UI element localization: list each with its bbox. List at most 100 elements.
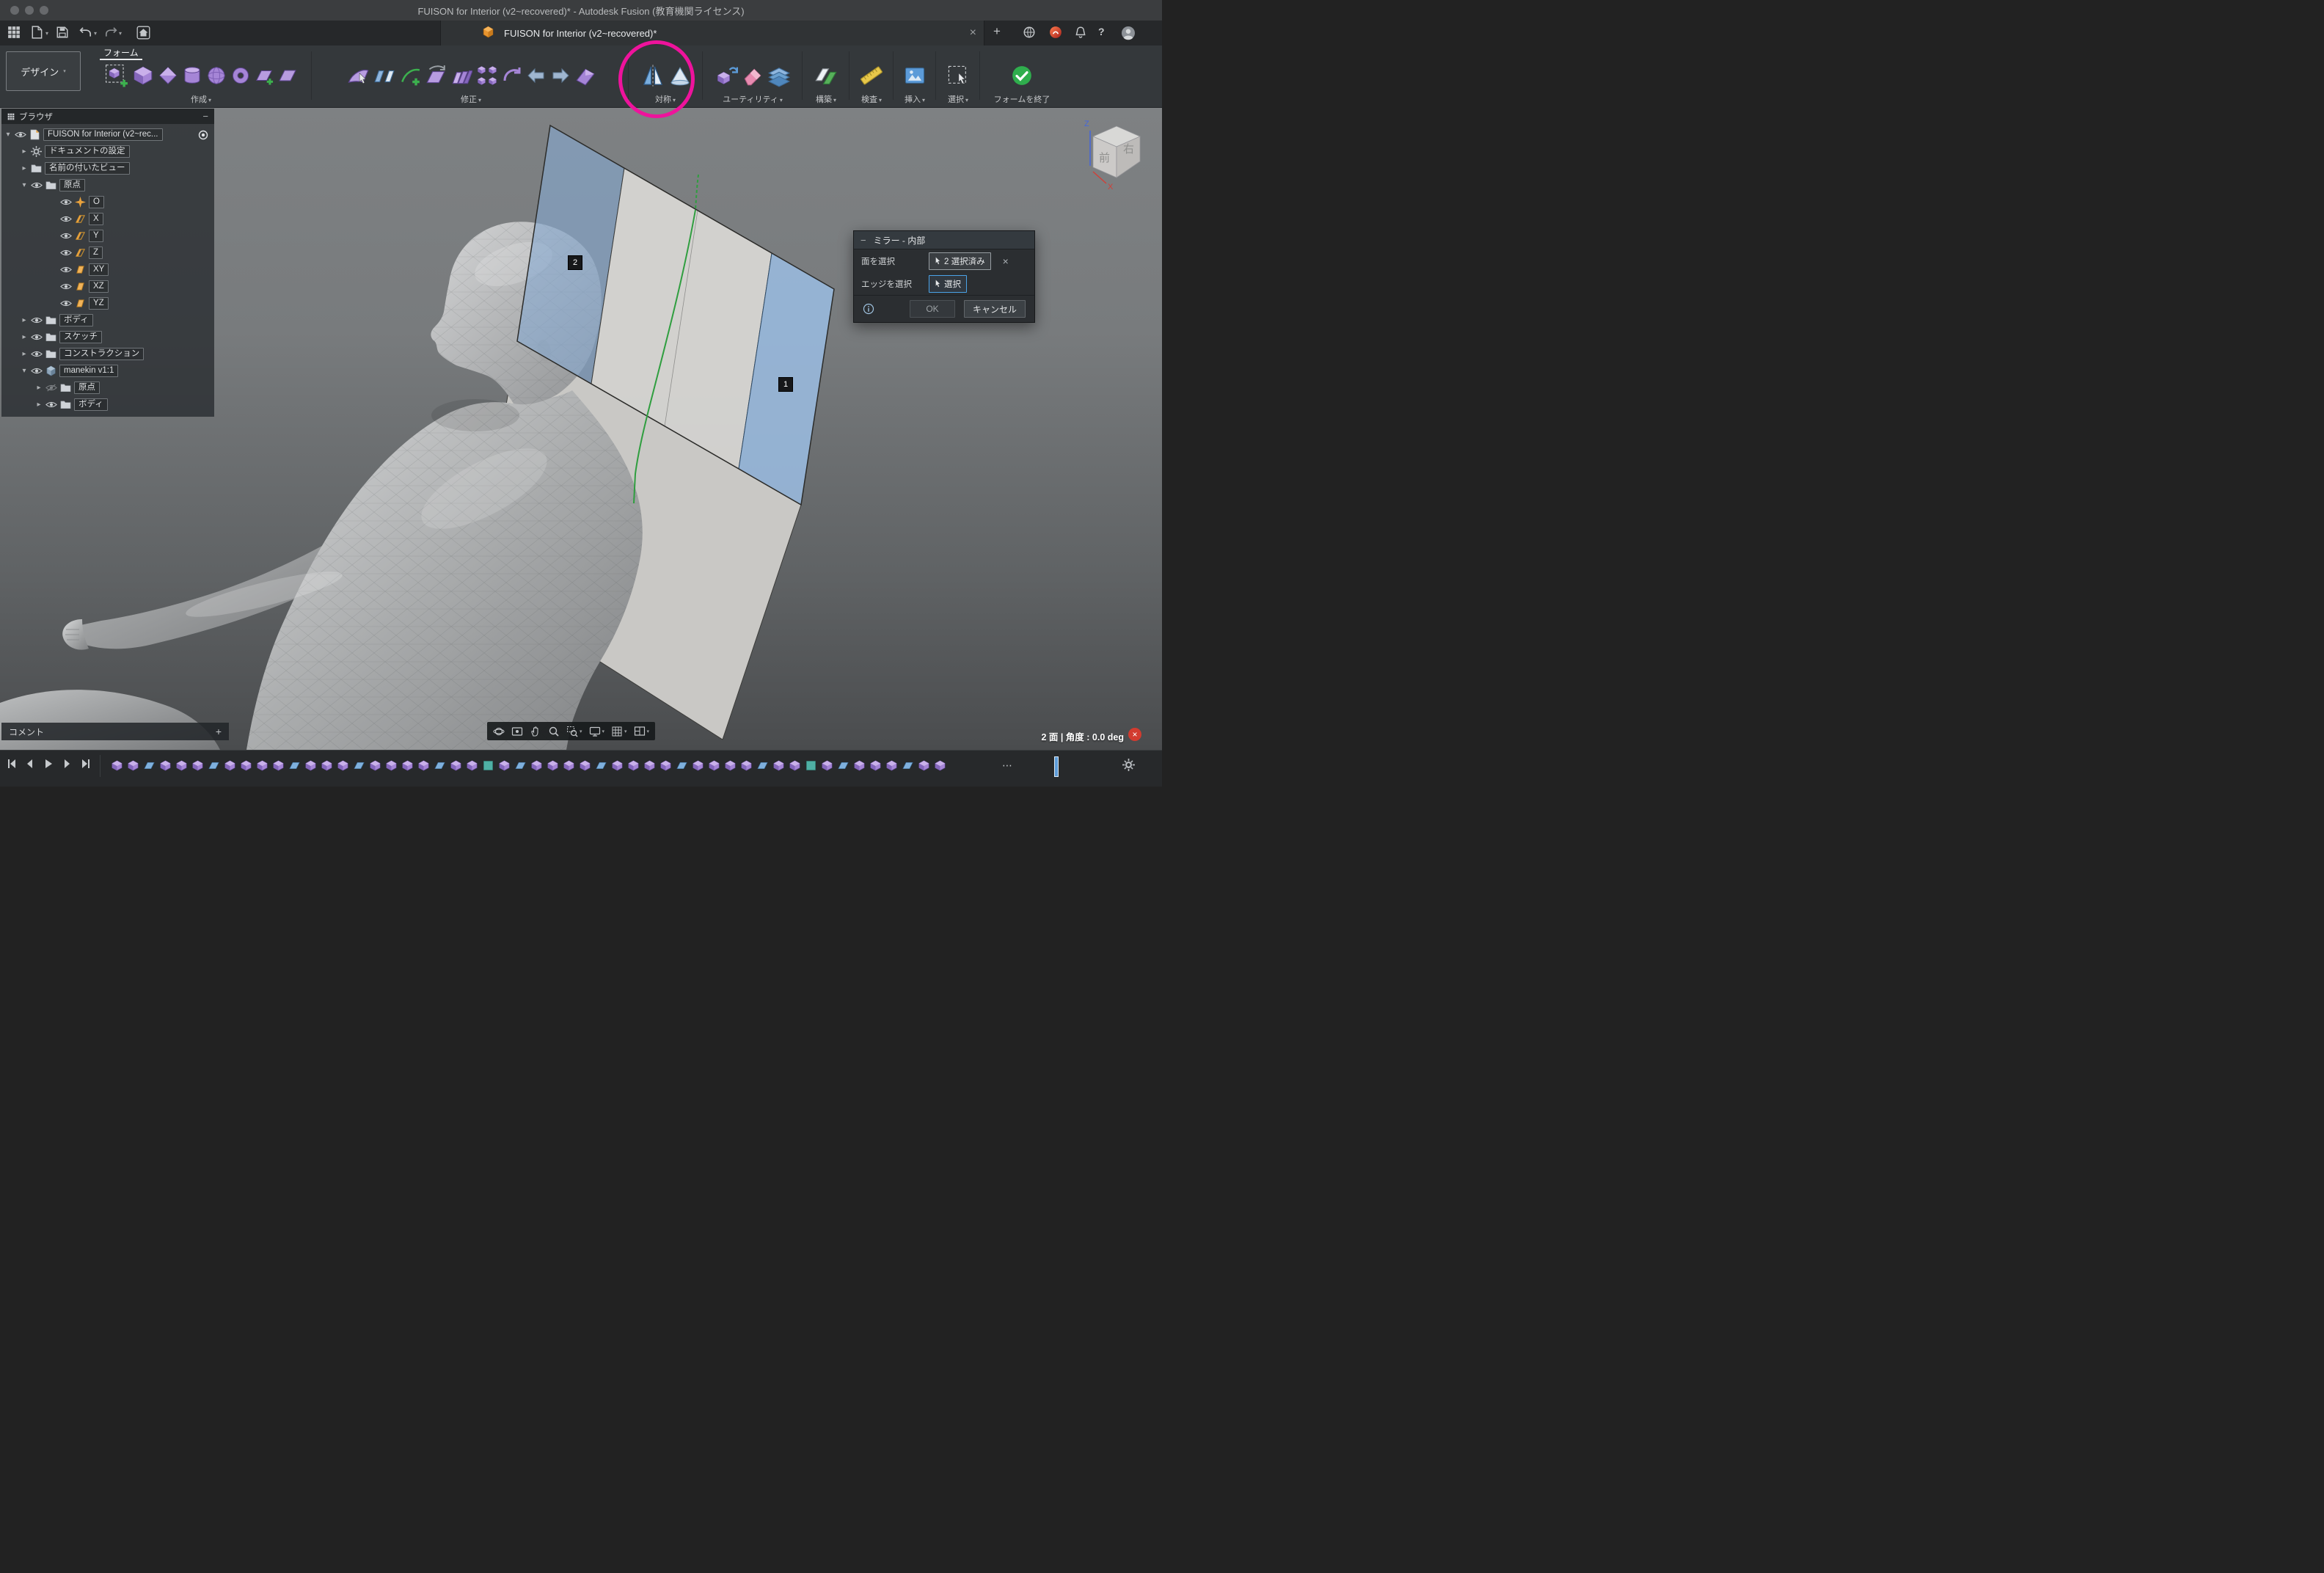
timeline-feature-form[interactable] (417, 757, 430, 773)
timeline-feature-form[interactable] (578, 757, 591, 773)
visibility-eye-icon[interactable] (45, 401, 57, 409)
app-launcher-icon[interactable] (7, 26, 22, 40)
mirror-internal-icon[interactable] (640, 63, 665, 88)
timeline-feature-form[interactable] (497, 757, 511, 773)
timeline-feature-plane[interactable] (142, 757, 156, 773)
create-torus-icon[interactable] (230, 65, 251, 86)
undo-caret-icon[interactable]: ▾ (94, 30, 97, 37)
cancel-command-icon[interactable]: × (1128, 728, 1141, 741)
tree-item[interactable]: ▸名前の付いたビュー (1, 160, 214, 177)
timeline-feature-form[interactable] (223, 757, 236, 773)
tree-expander-icon[interactable]: ▸ (21, 164, 28, 172)
timeline-feature-form[interactable] (320, 757, 333, 773)
tree-item[interactable]: ▾FUISON for Interior (v2~rec... (1, 126, 214, 143)
tab-form[interactable]: フォーム (100, 46, 142, 60)
timeline-feature-form[interactable] (110, 757, 123, 773)
brand-logo-icon[interactable] (1049, 26, 1064, 40)
pan-icon[interactable] (530, 726, 541, 737)
visibility-eye-icon[interactable] (15, 131, 26, 139)
redo-caret-icon[interactable]: ▾ (119, 30, 122, 37)
timeline-feature-form[interactable] (126, 757, 139, 773)
visibility-eye-icon[interactable] (60, 282, 72, 291)
finish-form-icon[interactable] (1011, 65, 1033, 87)
timeline-overflow-icon[interactable]: ⋯ (1002, 759, 1014, 772)
create-quadball-icon[interactable] (158, 65, 178, 86)
create-sphere-icon[interactable] (206, 65, 227, 86)
tree-item[interactable]: YZ (1, 295, 214, 312)
timeline-feature-plane[interactable] (288, 757, 301, 773)
select-tool-icon[interactable] (946, 64, 970, 87)
minimize-window-icon[interactable] (25, 6, 34, 15)
timeline-feature-form[interactable] (626, 757, 640, 773)
timeline-feature-form[interactable] (852, 757, 866, 773)
close-window-icon[interactable] (10, 6, 19, 15)
tree-item[interactable]: ▸原点 (1, 379, 214, 396)
grid-settings-icon[interactable]: ▾ (611, 726, 627, 737)
go-to-start-icon[interactable] (6, 758, 18, 770)
crease-icon[interactable] (450, 65, 472, 87)
group-utility-label[interactable]: ユーティリティ▾ (704, 93, 801, 105)
tree-item[interactable]: ▾原点 (1, 177, 214, 194)
new-tab-icon[interactable]: + (993, 24, 1008, 39)
timeline-feature-form[interactable] (723, 757, 737, 773)
timeline-feature-form[interactable] (239, 757, 252, 773)
timeline-feature-form[interactable] (788, 757, 801, 773)
insert-canvas-icon[interactable] (903, 64, 927, 87)
edit-face-icon[interactable] (346, 64, 370, 87)
pull-right-icon[interactable] (550, 65, 571, 86)
timeline-feature-form[interactable] (255, 757, 268, 773)
timeline-feature-form[interactable] (530, 757, 543, 773)
info-icon[interactable] (863, 303, 874, 315)
visibility-eye-icon[interactable] (60, 266, 72, 274)
tree-expander-icon[interactable]: ▸ (35, 401, 43, 409)
thicken-icon[interactable] (574, 65, 596, 87)
timeline-feature-form[interactable] (191, 757, 204, 773)
look-at-icon[interactable] (511, 726, 523, 737)
visibility-eye-icon[interactable] (31, 333, 43, 341)
edit-form-icon[interactable] (105, 64, 128, 87)
timeline-feature-form[interactable] (643, 757, 656, 773)
timeline-feature-form[interactable] (271, 757, 285, 773)
view-cube[interactable]: Z X 前 右 (1065, 114, 1153, 194)
help-icon[interactable]: ? (1098, 26, 1113, 40)
timeline-feature-form[interactable] (562, 757, 575, 773)
construct-plane-icon[interactable] (814, 64, 838, 87)
measure-icon[interactable] (860, 64, 883, 87)
edges-select-button[interactable]: 選択 (929, 275, 967, 293)
timeline-feature-form[interactable] (546, 757, 559, 773)
close-tab-icon[interactable]: × (970, 27, 976, 39)
play-icon[interactable] (43, 758, 54, 770)
timeline-feature-form[interactable] (885, 757, 898, 773)
group-symmetry-label[interactable]: 対称▾ (629, 93, 701, 105)
browser-header[interactable]: ブラウザ − (1, 109, 214, 124)
timeline-feature-plane[interactable] (836, 757, 849, 773)
tree-item[interactable]: Z (1, 244, 214, 261)
pull-left-icon[interactable] (526, 65, 547, 86)
timeline-feature-form[interactable] (610, 757, 624, 773)
tree-item[interactable]: XZ (1, 278, 214, 295)
visibility-eye-icon[interactable] (60, 249, 72, 257)
display-settings-icon[interactable]: ▾ (589, 726, 605, 737)
subdivide-icon[interactable] (399, 65, 421, 87)
zoom-window-icon[interactable]: ▾ (566, 726, 582, 737)
redo-icon[interactable] (104, 26, 119, 40)
group-select-label[interactable]: 選択▾ (938, 93, 979, 105)
maximize-window-icon[interactable] (40, 6, 48, 15)
create-plane-plus-icon[interactable] (255, 66, 274, 85)
group-create-label[interactable]: 作成▾ (92, 93, 310, 105)
tree-item[interactable]: ▸ボディ (1, 312, 214, 329)
timeline-feature-form[interactable] (917, 757, 930, 773)
tree-item[interactable]: X (1, 211, 214, 227)
pattern-icon[interactable] (476, 65, 498, 87)
timeline-feature-form[interactable] (772, 757, 785, 773)
tree-item[interactable]: ▸コンストラクション (1, 346, 214, 362)
go-to-end-icon[interactable] (79, 758, 91, 770)
faces-selected-button[interactable]: 2 選択済み (929, 252, 991, 270)
document-tab[interactable]: FUISON for Interior (v2~recovered)* × (440, 21, 984, 45)
user-avatar[interactable] (1121, 26, 1136, 40)
timeline-feature-form[interactable] (158, 757, 172, 773)
visibility-eye-icon[interactable] (45, 384, 57, 392)
tree-item[interactable]: Y (1, 227, 214, 244)
timeline-feature-form[interactable] (401, 757, 414, 773)
timeline-feature-plane[interactable] (756, 757, 769, 773)
